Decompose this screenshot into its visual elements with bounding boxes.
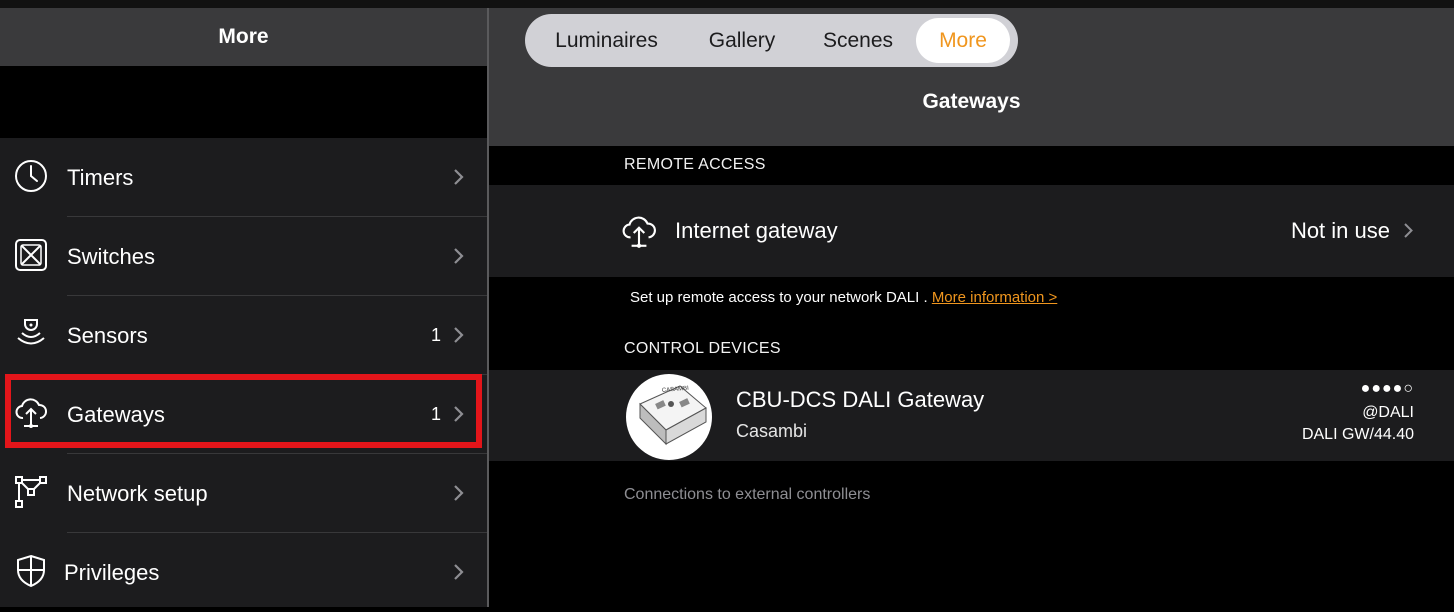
main-header: Luminaires Gallery Scenes More Gateways (489, 8, 1454, 146)
external-controllers-note: Connections to external controllers (624, 486, 871, 503)
sidebar-item-count: 1 (430, 404, 441, 424)
internet-gateway-label: Internet gateway (675, 218, 838, 243)
page-title: Gateways (922, 90, 1021, 113)
device-image: CASAMBI (626, 374, 712, 460)
sidebar-spacer (0, 66, 487, 138)
chevron-right-icon (454, 169, 464, 185)
sidebar-item-network-setup[interactable]: Network setup (0, 454, 487, 533)
cloud-gateway-icon (15, 398, 47, 428)
gateway-device-icon: CASAMBI (639, 385, 707, 446)
sidebar-item-timers[interactable]: Timers (0, 138, 487, 217)
device-manufacturer: Casambi (736, 421, 808, 441)
sidebar-item-label: Sensors (67, 323, 148, 348)
window-top-strip (0, 0, 1454, 8)
chevron-right-icon (1404, 223, 1413, 238)
sidebar-item-count: 1 (430, 325, 441, 345)
more-information-link[interactable]: More information > (932, 289, 1057, 306)
section-label-control-devices: CONTROL DEVICES (624, 340, 781, 357)
sensor-icon (17, 319, 45, 345)
device-row[interactable]: CASAMBI CBU-DCS DALI Gateway Casambi ●●●… (489, 370, 1454, 461)
sidebar-item-label: Privileges (64, 560, 160, 585)
remote-access-note-text: Set up remote access to your network DAL… (630, 289, 928, 306)
tab-more[interactable]: More (916, 18, 1010, 63)
sidebar-item-privileges[interactable]: Privileges (0, 533, 487, 612)
chevron-right-icon (454, 248, 464, 264)
device-tag: @DALI (1362, 404, 1414, 421)
shield-icon (17, 554, 45, 588)
sidebar-item-label: Network setup (67, 481, 208, 506)
sidebar: More Timers Switches Sensors 1 Gateways … (0, 8, 487, 607)
sidebar-list: Timers Switches Sensors 1 Gateways 1 Net… (0, 138, 487, 607)
sidebar-item-gateways[interactable]: Gateways 1 (0, 375, 487, 454)
device-name: CBU-DCS DALI Gateway (736, 387, 985, 412)
sidebar-item-label: Timers (67, 165, 134, 190)
internet-gateway-status: Not in use (1290, 218, 1390, 243)
chevron-right-icon (454, 564, 464, 580)
remote-access-note: Set up remote access to your network DAL… (630, 289, 1057, 306)
device-version: DALI GW/44.40 (1301, 426, 1414, 443)
chevron-right-icon (454, 327, 464, 343)
sidebar-header: More (0, 8, 487, 66)
chevron-right-icon (454, 485, 464, 501)
clock-icon (15, 160, 47, 192)
segmented-control: Luminaires Gallery Scenes More (525, 14, 1018, 67)
tab-scenes[interactable]: Scenes (800, 18, 916, 63)
sidebar-item-label: Gateways (67, 402, 165, 427)
section-label-remote-access: REMOTE ACCESS (624, 156, 766, 173)
sidebar-item-switches[interactable]: Switches (0, 217, 487, 296)
sidebar-title: More (218, 25, 269, 48)
network-icon (15, 476, 47, 508)
internet-gateway-row[interactable]: Internet gateway Not in use (489, 185, 1454, 277)
tab-luminaires[interactable]: Luminaires (529, 18, 684, 63)
sidebar-item-label: Switches (67, 244, 156, 269)
sidebar-item-sensors[interactable]: Sensors 1 (0, 296, 487, 375)
tab-gallery[interactable]: Gallery (684, 18, 800, 63)
switch-icon (15, 239, 47, 271)
main-panel: Luminaires Gallery Scenes More Gateways … (489, 8, 1454, 607)
signal-strength-indicator: ●●●●○ (1360, 380, 1414, 397)
chevron-right-icon (454, 406, 464, 422)
cloud-gateway-icon (622, 216, 656, 248)
